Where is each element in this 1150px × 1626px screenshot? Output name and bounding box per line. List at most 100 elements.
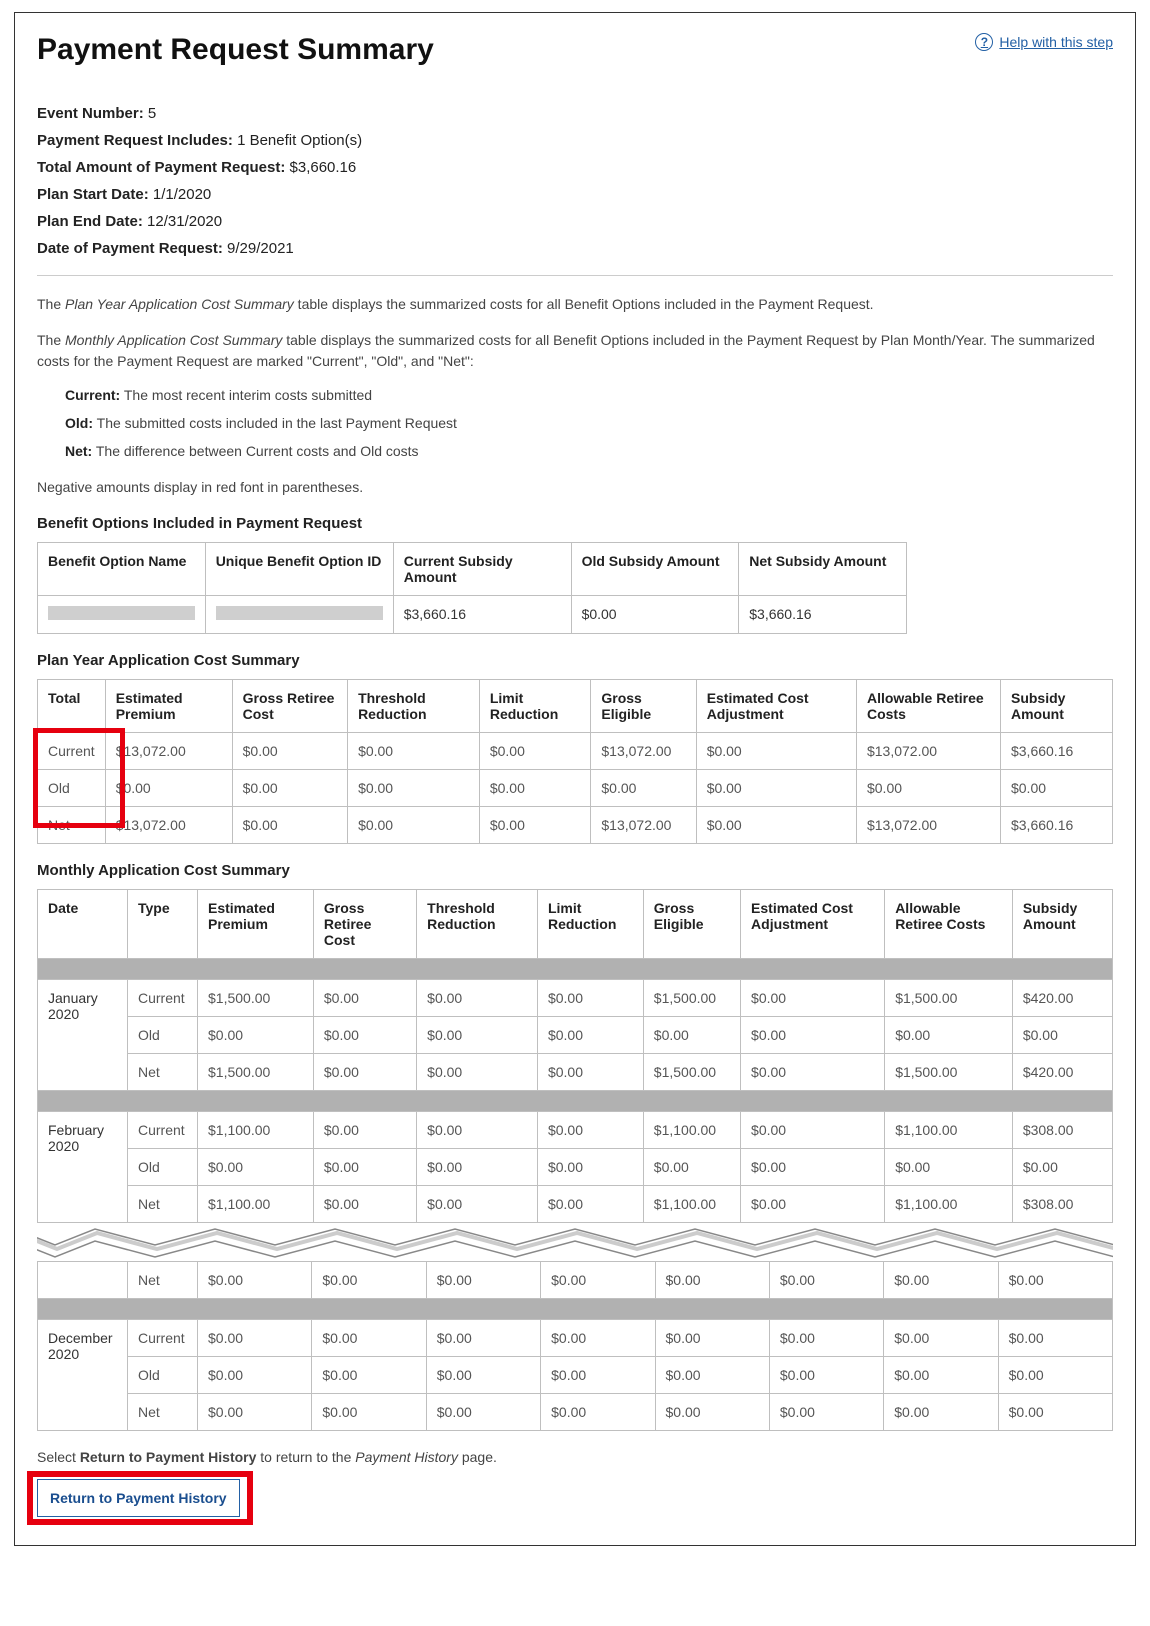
monthly-table-bottom: Net$0.00$0.00$0.00$0.00$0.00$0.00$0.00$0… bbox=[37, 1261, 1113, 1431]
help-link-label: Help with this step bbox=[999, 34, 1113, 50]
cell-value: $3,660.16 bbox=[1000, 733, 1112, 770]
cell-value: $0.00 bbox=[313, 1149, 416, 1186]
cell-value: $0.00 bbox=[696, 770, 856, 807]
table-row: Old$0.00$0.00$0.00$0.00$0.00$0.00$0.00$0… bbox=[38, 1149, 1113, 1186]
cell-value: $0.00 bbox=[232, 770, 347, 807]
cell-value: $0.00 bbox=[541, 1394, 655, 1431]
cell-value: $0.00 bbox=[591, 770, 696, 807]
cell-value: $0.00 bbox=[348, 807, 480, 844]
cell-value: $0.00 bbox=[998, 1357, 1112, 1394]
cell-benefit-name bbox=[38, 596, 206, 634]
torn-page-indicator bbox=[37, 1223, 1113, 1261]
col-gross-eligible: Gross Eligible bbox=[643, 890, 740, 959]
cell-value: $0.00 bbox=[348, 733, 480, 770]
cell-value: $0.00 bbox=[417, 1186, 538, 1223]
cell-value: $0.00 bbox=[885, 1017, 1013, 1054]
cell-value: $0.00 bbox=[741, 1149, 885, 1186]
cell-value: $0.00 bbox=[198, 1320, 312, 1357]
event-number-value: 5 bbox=[148, 105, 156, 122]
cell-value: $1,100.00 bbox=[643, 1112, 740, 1149]
cell-label: Current bbox=[38, 733, 106, 770]
cell-value: $0.00 bbox=[348, 770, 480, 807]
cell-value: $0.00 bbox=[741, 1054, 885, 1091]
month-separator bbox=[38, 1299, 1113, 1320]
col-est-premium: Estimated Premium bbox=[105, 680, 232, 733]
event-number-label: Event Number: bbox=[37, 105, 144, 122]
date-req-value: 9/29/2021 bbox=[227, 240, 294, 257]
cell-value: $0.00 bbox=[998, 1320, 1112, 1357]
cell-type: Old bbox=[128, 1017, 198, 1054]
redacted-block bbox=[216, 606, 383, 620]
cell-value: $0.00 bbox=[885, 1149, 1013, 1186]
cell-date: January 2020 bbox=[38, 980, 128, 1091]
cell-value: $0.00 bbox=[741, 1112, 885, 1149]
cell-label: Old bbox=[38, 770, 106, 807]
cell-value: $13,072.00 bbox=[856, 733, 1000, 770]
cell-value: $0.00 bbox=[313, 1186, 416, 1223]
total-value: $3,660.16 bbox=[290, 159, 357, 176]
cell-value: $0.00 bbox=[1000, 770, 1112, 807]
table-row: December 2020Current$0.00$0.00$0.00$0.00… bbox=[38, 1320, 1113, 1357]
cell-value: $0.00 bbox=[884, 1357, 998, 1394]
col-net-subsidy: Net Subsidy Amount bbox=[739, 543, 907, 596]
benefit-options-table: Benefit Option Name Unique Benefit Optio… bbox=[37, 542, 907, 634]
monthly-table: Date Type Estimated Premium Gross Retire… bbox=[37, 889, 1113, 1223]
cell-value: $0.00 bbox=[769, 1320, 883, 1357]
cell-date: February 2020 bbox=[38, 1112, 128, 1223]
def-net: Net: The difference between Current cost… bbox=[65, 443, 1113, 459]
cell-value: $0.00 bbox=[312, 1320, 426, 1357]
cell-value: $0.00 bbox=[312, 1262, 426, 1299]
includes-label: Payment Request Includes: bbox=[37, 132, 233, 149]
cell-value: $0.00 bbox=[655, 1320, 769, 1357]
cell-value: $0.00 bbox=[479, 770, 591, 807]
table-row: Net$0.00$0.00$0.00$0.00$0.00$0.00$0.00$0… bbox=[38, 1262, 1113, 1299]
plan-end-value: 12/31/2020 bbox=[147, 213, 222, 230]
return-to-payment-history-button[interactable]: Return to Payment History bbox=[37, 1479, 240, 1517]
cell-value: $0.00 bbox=[741, 1017, 885, 1054]
plan-start-row: Plan Start Date: 1/1/2020 bbox=[37, 186, 1113, 203]
table-row: Net$0.00$0.00$0.00$0.00$0.00$0.00$0.00$0… bbox=[38, 1394, 1113, 1431]
cell-value: $420.00 bbox=[1012, 980, 1112, 1017]
cell-value: $1,100.00 bbox=[885, 1112, 1013, 1149]
cell-value: $0.00 bbox=[417, 1112, 538, 1149]
cell-value: $0.00 bbox=[198, 1357, 312, 1394]
col-est-cost-adj: Estimated Cost Adjustment bbox=[741, 890, 885, 959]
cell-value: $0.00 bbox=[426, 1262, 540, 1299]
col-threshold: Threshold Reduction bbox=[417, 890, 538, 959]
cell-value: $0.00 bbox=[741, 980, 885, 1017]
summary-block: Event Number: 5 Payment Request Includes… bbox=[37, 105, 1113, 257]
cell-value: $0.00 bbox=[856, 770, 1000, 807]
cell-value: $0.00 bbox=[1012, 1149, 1112, 1186]
cell-value: $1,500.00 bbox=[198, 980, 314, 1017]
cell-value: $0.00 bbox=[537, 1017, 643, 1054]
cell-value: $0.00 bbox=[417, 1149, 538, 1186]
cell-value: $0.00 bbox=[769, 1262, 883, 1299]
plan-year-table: Total Estimated Premium Gross Retiree Co… bbox=[37, 679, 1113, 844]
table-row: February 2020Current$1,100.00$0.00$0.00$… bbox=[38, 1112, 1113, 1149]
redacted-block bbox=[48, 606, 195, 620]
table-row: Net$13,072.00$0.00$0.00$0.00$13,072.00$0… bbox=[38, 807, 1113, 844]
cell-value: $13,072.00 bbox=[856, 807, 1000, 844]
cell-value: $0.00 bbox=[232, 733, 347, 770]
cell-type: Current bbox=[128, 1320, 198, 1357]
col-type: Type bbox=[128, 890, 198, 959]
col-threshold: Threshold Reduction bbox=[348, 680, 480, 733]
help-link[interactable]: ? Help with this step bbox=[975, 33, 1113, 51]
cell-value: $0.00 bbox=[696, 733, 856, 770]
plan-year-heading: Plan Year Application Cost Summary bbox=[37, 652, 1113, 669]
includes-row: Payment Request Includes: 1 Benefit Opti… bbox=[37, 132, 1113, 149]
cell-value: $0.00 bbox=[741, 1186, 885, 1223]
cell-type: Net bbox=[128, 1394, 198, 1431]
date-req-label: Date of Payment Request: bbox=[37, 240, 223, 257]
plan-end-label: Plan End Date: bbox=[37, 213, 143, 230]
cell-value: $0.00 bbox=[537, 1112, 643, 1149]
cell-value: $0.00 bbox=[655, 1357, 769, 1394]
divider bbox=[37, 275, 1113, 276]
plan-start-label: Plan Start Date: bbox=[37, 186, 149, 203]
cell-value: $0.00 bbox=[537, 980, 643, 1017]
col-limit: Limit Reduction bbox=[479, 680, 591, 733]
cell-unique-id bbox=[205, 596, 393, 634]
cell-value: $0.00 bbox=[198, 1262, 312, 1299]
month-separator bbox=[38, 1091, 1113, 1112]
col-current-subsidy: Current Subsidy Amount bbox=[393, 543, 571, 596]
